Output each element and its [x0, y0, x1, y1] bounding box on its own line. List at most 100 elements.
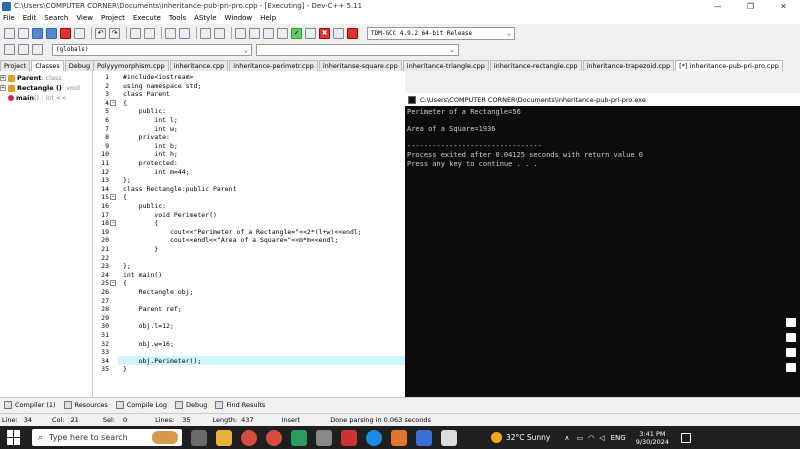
volume-icon[interactable]: ◁ — [599, 434, 604, 442]
goto-next-icon[interactable] — [214, 27, 225, 39]
tree-item-parent[interactable]: + Parent : class — [0, 73, 92, 83]
goto-prev-icon[interactable] — [200, 27, 211, 39]
code-line[interactable]: obj.w=16; — [123, 340, 174, 348]
editor-tab[interactable]: inheritance-perimetr.cpp — [229, 60, 318, 71]
close-button[interactable]: ✕ — [767, 0, 800, 12]
code-line[interactable]: using namespace std; — [123, 82, 201, 90]
editor-tab[interactable]: inheritanse-square.cpp — [318, 60, 402, 71]
expand-icon[interactable]: + — [0, 75, 6, 81]
code-line[interactable]: }; — [123, 262, 131, 270]
edge-icon[interactable] — [366, 429, 382, 446]
settings-icon[interactable] — [786, 363, 796, 372]
open-file-icon[interactable] — [18, 27, 29, 39]
print-icon[interactable] — [74, 27, 85, 39]
editor-tab[interactable]: inheritance-trapezoid.cpp — [582, 60, 675, 71]
console-taskbar-icon[interactable] — [441, 429, 457, 446]
menu-tools[interactable]: Tools — [169, 14, 186, 22]
code-line[interactable]: public: — [123, 202, 166, 210]
close-file-icon[interactable] — [60, 27, 71, 39]
code-line[interactable]: obj.Perimeter(); — [123, 357, 202, 365]
tree-item-rectangle[interactable]: + Rectangle () : void — [0, 83, 92, 93]
fold-toggle-icon[interactable]: − — [110, 220, 116, 227]
code-line[interactable]: public: — [123, 107, 166, 115]
clock[interactable]: 3:41 PM 9/30/2024 — [636, 430, 669, 446]
code-line[interactable]: int m=44; — [123, 168, 189, 176]
tab-resources[interactable]: Resources — [63, 400, 108, 409]
tab-project[interactable]: Project — [0, 60, 31, 71]
minimize-button[interactable]: — — [701, 0, 734, 12]
code-line[interactable]: { — [123, 219, 158, 227]
menu-project[interactable]: Project — [101, 14, 125, 22]
editor-tab[interactable]: [*] inheritance-pub-pri-pro.cpp — [675, 60, 783, 71]
member-select[interactable]: ⌄ — [256, 43, 459, 56]
menu-edit[interactable]: Edit — [23, 14, 37, 22]
code-line[interactable]: protected: — [123, 159, 178, 167]
indent-icon[interactable] — [165, 27, 176, 39]
editor-tab[interactable]: inheritance-rectangle.cpp — [489, 60, 582, 71]
code-line[interactable]: { — [123, 99, 127, 107]
code-line[interactable]: #include<iostream> — [123, 73, 193, 81]
chrome-dev-icon[interactable] — [291, 429, 307, 446]
tab-debug-output[interactable]: Debug — [175, 400, 207, 409]
tab-classes[interactable]: Classes — [31, 60, 64, 71]
cat-app-icon[interactable] — [316, 429, 332, 446]
tab-compile-log[interactable]: Compile Log — [115, 400, 167, 409]
code-line[interactable]: private: — [123, 133, 170, 141]
compiler-select[interactable]: TDM-GCC 4.9.2 64-bit Release ⌄ — [367, 26, 515, 40]
chevron-up-icon[interactable]: ∧ — [564, 434, 569, 442]
code-line[interactable]: class Rectangle:public Parent — [123, 185, 237, 193]
task-view-icon[interactable] — [191, 429, 207, 446]
stop-execution-icon[interactable]: ✖ — [319, 27, 330, 39]
tab-compiler[interactable]: Compiler (1) — [4, 400, 56, 409]
code-line[interactable]: int l; — [123, 116, 178, 124]
code-line[interactable]: { — [123, 279, 127, 287]
save-icon[interactable] — [32, 27, 43, 39]
fold-toggle-icon[interactable]: − — [110, 99, 116, 106]
camera-icon[interactable] — [786, 318, 796, 327]
check-icon[interactable]: ✓ — [291, 27, 302, 39]
menu-window[interactable]: Window — [225, 14, 253, 22]
run-icon[interactable] — [249, 27, 260, 39]
find-icon[interactable] — [130, 27, 141, 39]
menu-execute[interactable]: Execute — [133, 14, 161, 22]
language-indicator[interactable]: ENG — [611, 434, 626, 442]
weather-widget[interactable]: 32°C Sunny — [491, 432, 550, 443]
tab-debug[interactable]: Debug — [64, 60, 95, 71]
chart-icon[interactable] — [333, 27, 344, 39]
save-all-icon[interactable] — [46, 27, 57, 39]
code-line[interactable]: Rectangle obj; — [123, 288, 194, 296]
tab-find-results[interactable]: Find Results — [215, 400, 265, 409]
code-line[interactable]: cout<<endl<<"Area of a Square="<<m*m<<en… — [123, 236, 338, 244]
chrome-profile-icon[interactable] — [266, 429, 282, 446]
code-line[interactable]: } — [123, 365, 127, 373]
compile-icon[interactable] — [235, 27, 246, 39]
tree-item-main[interactable]: main () : int << — [0, 93, 92, 103]
rebuild-icon[interactable] — [277, 27, 288, 39]
editor-tab[interactable]: inheritance-triangle.cpp — [402, 60, 489, 71]
code-line[interactable]: int main() — [123, 271, 162, 279]
code-line[interactable]: int b; — [123, 142, 178, 150]
close-app-icon[interactable] — [341, 429, 357, 446]
code-line[interactable]: cout<<"Perimeter of a Rectangle="<<2*(l+… — [123, 228, 362, 236]
menu-view[interactable]: View — [76, 14, 93, 22]
code-line[interactable]: } — [123, 245, 158, 253]
redo-icon[interactable]: ↷ — [109, 27, 120, 39]
editor-tab[interactable]: inheritance.cpp — [169, 60, 229, 71]
menu-help[interactable]: Help — [260, 14, 276, 22]
menu-search[interactable]: Search — [44, 14, 68, 22]
maximize-button[interactable]: ❐ — [734, 0, 767, 12]
start-button[interactable] — [7, 430, 22, 445]
code-line[interactable]: void Perimeter() — [123, 211, 217, 219]
compile-run-icon[interactable] — [263, 27, 274, 39]
notification-icon[interactable] — [681, 432, 692, 443]
goto-bookmark-icon[interactable] — [32, 44, 43, 55]
fold-toggle-icon[interactable]: − — [110, 194, 116, 201]
editor-tab[interactable]: Polyyymorphism.cpp — [93, 60, 169, 71]
replace-icon[interactable] — [144, 27, 155, 39]
unindent-icon[interactable] — [179, 27, 190, 39]
chrome-icon[interactable] — [241, 429, 257, 446]
file-explorer-icon[interactable] — [216, 429, 232, 446]
code-line[interactable]: Parent ref; — [123, 305, 182, 313]
code-line[interactable]: int h; — [123, 150, 178, 158]
video-icon[interactable] — [786, 333, 796, 342]
